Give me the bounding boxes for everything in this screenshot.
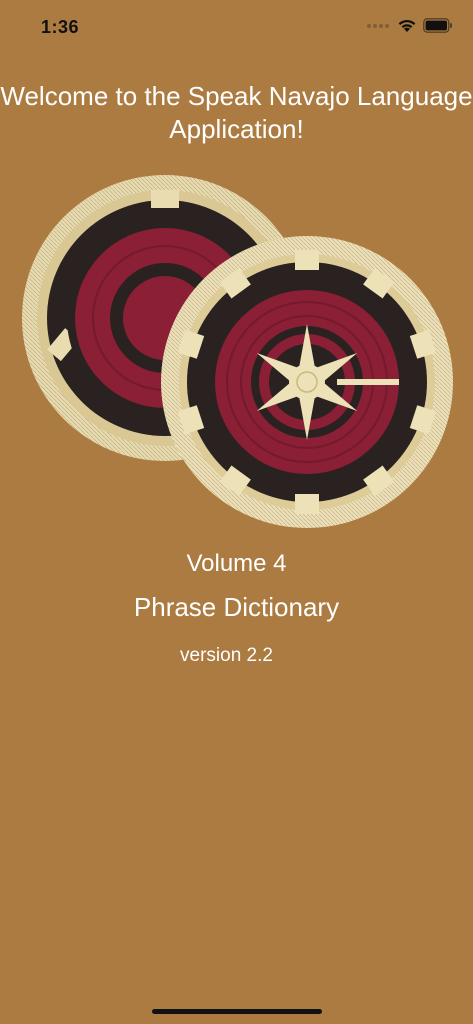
welcome-title: Welcome to the Speak Navajo Language App… bbox=[0, 81, 473, 144]
status-bar: 1:36 bbox=[0, 0, 473, 56]
volume-label: Volume 4 bbox=[186, 550, 287, 577]
version-label: version 2.2 bbox=[180, 645, 273, 666]
status-icons bbox=[367, 18, 453, 33]
status-time: 1:36 bbox=[41, 17, 80, 37]
wifi-icon bbox=[398, 19, 416, 32]
battery-icon bbox=[423, 18, 452, 33]
subtitle: Phrase Dictionary bbox=[133, 592, 340, 622]
signal-icon bbox=[367, 23, 389, 28]
front-basket bbox=[161, 236, 453, 528]
home-indicator[interactable] bbox=[152, 1009, 322, 1014]
navajo-basket-image bbox=[22, 175, 453, 528]
